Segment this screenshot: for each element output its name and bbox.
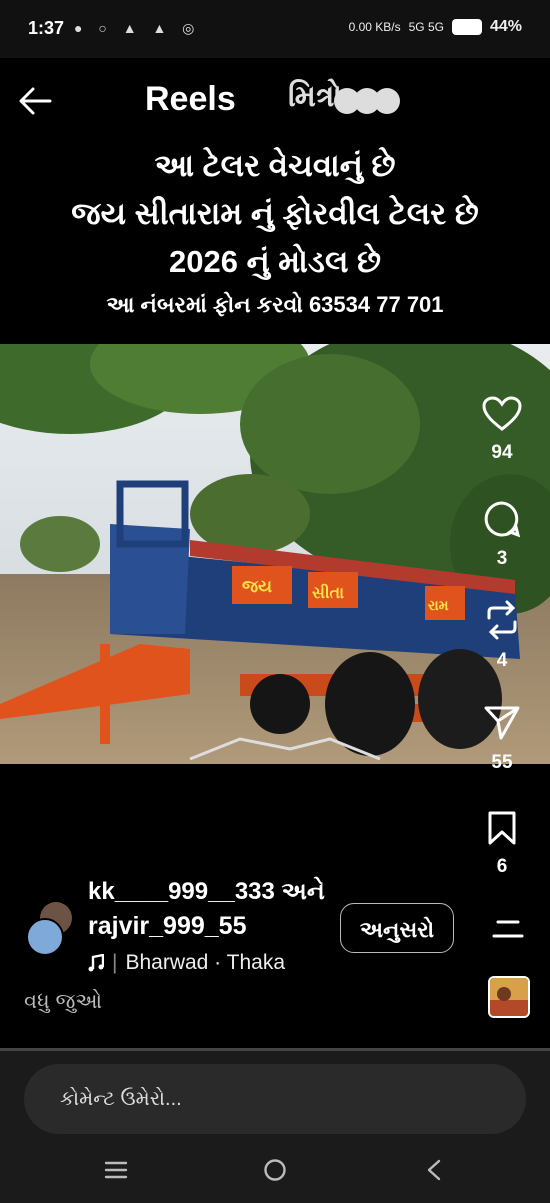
comment-action[interactable]: 3 [472,500,532,570]
notification-icons: ● ○ ▲ ▲ ◎ [74,20,201,36]
page-title: Reels [145,80,236,118]
caption-line-3: 2026 નું મોડલ છે [169,244,381,279]
comment-icon[interactable] [483,500,521,538]
status-time: 1:37 [28,18,65,38]
battery-icon [451,19,482,35]
music-title: Bharwad · Thaka [125,951,285,974]
comment-count: 3 [496,548,508,569]
bookmark-icon[interactable] [486,810,518,846]
battery-percent: 44% [489,18,522,35]
follow-button[interactable]: અનુસરો [340,903,454,953]
caption-line-4: આ નંબરમાં ફોન કરવો 63534 77 701 [106,292,444,317]
comment-input[interactable]: કોમેન્ટ ઉમેરો... [24,1064,526,1134]
signal-icon: 5G 5G [408,20,444,34]
arrow-left-icon[interactable] [18,86,52,116]
share-action[interactable]: 55 [472,704,532,774]
net-speed: 0.00 KB/s [348,20,401,34]
more-menu-icon[interactable] [492,918,524,940]
trailer-label-3: રામ [428,597,449,613]
save-action[interactable]: 6 [472,810,532,878]
send-icon[interactable] [483,704,521,742]
trailer-label-2: સીતા [312,583,344,602]
trailer-label-1: જય [242,577,272,596]
repost-action[interactable]: 4 [472,600,532,672]
home-icon[interactable] [263,1158,287,1182]
username-2[interactable]: rajvir_999_55 [88,912,246,941]
see-more-link[interactable]: વધુ જુઓ [24,990,102,1014]
music-row[interactable]: | Bharwad · Thaka [88,951,285,975]
like-count: 94 [491,442,513,463]
brand-dots-icon [334,88,400,114]
status-right: 0.00 KB/s 5G 5G 44% [349,18,522,36]
back-nav-icon[interactable] [425,1158,443,1182]
repost-count: 4 [496,650,508,671]
audio-thumbnail[interactable] [488,976,530,1018]
repost-icon[interactable] [483,600,521,640]
like-action[interactable]: 94 [472,396,532,464]
caption-line-2: જય સીતારામ નું ફોરવીલ ટેલર છે [71,196,479,231]
avatar[interactable] [26,902,74,956]
trailer-scene: જય સીતા રામ [0,344,550,764]
music-divider: | [112,951,118,974]
avatar-user-2 [26,918,64,956]
reel-video[interactable]: જય સીતા રામ [0,344,550,764]
save-count: 6 [496,856,508,877]
username-1[interactable]: kk____999__333 અને [88,878,325,906]
heart-icon[interactable] [482,396,522,432]
music-note-icon [88,954,104,972]
share-count: 55 [491,752,513,773]
caption-line-1: આ ટેલર વેચવાનું છે [154,148,396,183]
recent-apps-icon[interactable] [104,1160,128,1180]
